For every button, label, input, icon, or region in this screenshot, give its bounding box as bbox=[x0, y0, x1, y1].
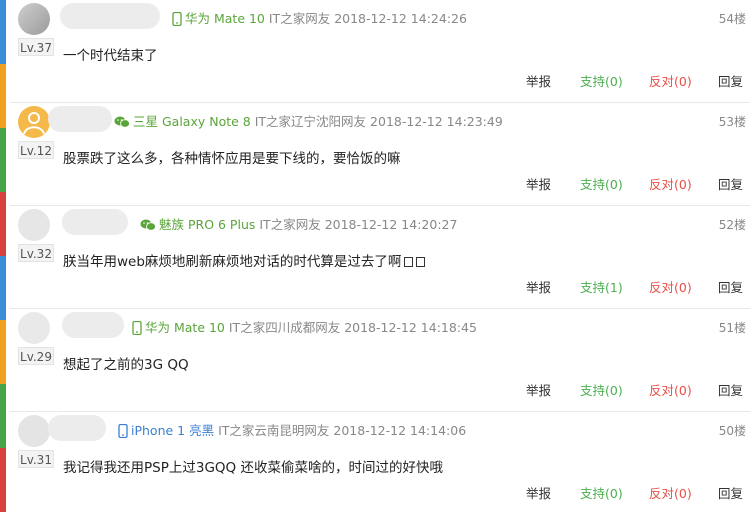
device-info: 华为 Mate 10 bbox=[132, 320, 225, 336]
comment-text: 一个时代结束了 bbox=[63, 48, 158, 64]
username-blurred[interactable] bbox=[62, 312, 124, 338]
support-button[interactable]: 支持(0) bbox=[580, 380, 623, 399]
comment-text: 我记得我还用PSP上过3GQQ 还收菜偷菜啥的，时间过的好快哦 bbox=[63, 460, 443, 476]
username-blurred[interactable] bbox=[48, 106, 112, 132]
comment-time: 2018-12-12 14:14:06 bbox=[333, 423, 467, 438]
floor-number: 53楼 bbox=[718, 115, 746, 129]
floor-number: 54楼 bbox=[718, 12, 746, 26]
iphone-icon bbox=[118, 423, 128, 444]
avatar[interactable] bbox=[18, 415, 50, 447]
comment-actions: 举报 支持(1) 反对(0) 回复 bbox=[526, 277, 746, 296]
level-badge: Lv.12 bbox=[18, 141, 54, 159]
floor-number: 52楼 bbox=[718, 218, 746, 232]
support-button[interactable]: 支持(0) bbox=[580, 483, 623, 502]
user-source: IT之家网友 bbox=[259, 217, 321, 232]
comment-meta: 华为 Mate 10 IT之家网友 2018-12-12 14:24:26 bbox=[172, 9, 467, 29]
comment-item: Lv.29 华为 Mate 10 IT之家四川成都网友 2018-12-12 1… bbox=[10, 309, 750, 412]
comment-meta: 华为 Mate 10 IT之家四川成都网友 2018-12-12 14:18:4… bbox=[132, 318, 477, 338]
comment-meta: iPhone 1 亮黑 IT之家云南昆明网友 2018-12-12 14:14:… bbox=[118, 421, 466, 441]
support-button[interactable]: 支持(0) bbox=[580, 174, 623, 193]
reply-button[interactable]: 回复 bbox=[718, 277, 743, 296]
device-info: 三星 Galaxy Note 8 bbox=[114, 114, 251, 129]
level-badge: Lv.37 bbox=[18, 38, 54, 56]
floor-number: 51楼 bbox=[718, 321, 746, 335]
comment-actions: 举报 支持(0) 反对(0) 回复 bbox=[526, 380, 746, 399]
reply-button[interactable]: 回复 bbox=[718, 71, 743, 90]
reply-button[interactable]: 回复 bbox=[718, 174, 743, 193]
username-blurred[interactable] bbox=[62, 209, 128, 235]
username-blurred[interactable] bbox=[60, 3, 160, 29]
wechat-icon bbox=[114, 115, 130, 135]
phone-icon bbox=[132, 320, 142, 341]
comment-text: 股票跌了这么多，各种情怀应用是要下线的，要恰饭的嘛 bbox=[63, 151, 401, 167]
comment-time: 2018-12-12 14:20:27 bbox=[324, 217, 458, 232]
comment-item: Lv.31 iPhone 1 亮黑 IT之家云南昆明网友 2018-12-12 … bbox=[10, 412, 750, 512]
oppose-button[interactable]: 反对(0) bbox=[649, 380, 692, 399]
device-info: 华为 Mate 10 bbox=[172, 11, 265, 27]
oppose-button[interactable]: 反对(0) bbox=[649, 71, 692, 90]
comment-meta: 魅族 PRO 6 Plus IT之家网友 2018-12-12 14:20:27 bbox=[140, 215, 457, 235]
comment-actions: 举报 支持(0) 反对(0) 回复 bbox=[526, 483, 746, 502]
report-button[interactable]: 举报 bbox=[526, 71, 551, 90]
level-badge: Lv.31 bbox=[18, 450, 54, 468]
reply-button[interactable]: 回复 bbox=[718, 380, 743, 399]
comment-meta: 三星 Galaxy Note 8 IT之家辽宁沈阳网友 2018-12-12 1… bbox=[114, 112, 503, 132]
report-button[interactable]: 举报 bbox=[526, 174, 551, 193]
missing-glyph-icon bbox=[416, 257, 426, 267]
comment-actions: 举报 支持(0) 反对(0) 回复 bbox=[526, 174, 746, 193]
phone-icon bbox=[172, 11, 182, 32]
avatar[interactable] bbox=[18, 106, 50, 138]
support-button[interactable]: 支持(0) bbox=[580, 71, 623, 90]
user-source: IT之家云南昆明网友 bbox=[218, 423, 330, 438]
report-button[interactable]: 举报 bbox=[526, 380, 551, 399]
comment-item: Lv.12 三星 Galaxy Note 8 IT之家辽宁沈阳网友 2018-1… bbox=[10, 103, 750, 206]
username-blurred[interactable] bbox=[48, 415, 106, 441]
user-source: IT之家四川成都网友 bbox=[228, 320, 341, 335]
user-source: IT之家辽宁沈阳网友 bbox=[254, 114, 367, 129]
oppose-button[interactable]: 反对(0) bbox=[649, 277, 692, 296]
wechat-icon bbox=[140, 218, 156, 238]
comment-item: Lv.37 华为 Mate 10 IT之家网友 2018-12-12 14:24… bbox=[10, 0, 750, 103]
report-button[interactable]: 举报 bbox=[526, 277, 551, 296]
comment-text: 想起了之前的3G QQ bbox=[63, 357, 189, 373]
missing-glyph-icon bbox=[404, 257, 414, 267]
comment-text: 朕当年用web麻烦地刷新麻烦地对话的时代算是过去了啊 bbox=[63, 250, 426, 270]
floor-number: 50楼 bbox=[718, 424, 746, 438]
level-badge: Lv.29 bbox=[18, 347, 54, 365]
default-avatar-icon bbox=[23, 112, 45, 135]
avatar[interactable] bbox=[18, 3, 50, 35]
support-button[interactable]: 支持(1) bbox=[580, 277, 623, 296]
left-edge-strip bbox=[0, 0, 6, 512]
device-info: 魅族 PRO 6 Plus bbox=[140, 217, 255, 232]
comment-actions: 举报 支持(0) 反对(0) 回复 bbox=[526, 71, 746, 90]
avatar[interactable] bbox=[18, 312, 50, 344]
level-badge: Lv.32 bbox=[18, 244, 54, 262]
comment-time: 2018-12-12 14:18:45 bbox=[344, 320, 477, 335]
oppose-button[interactable]: 反对(0) bbox=[649, 174, 692, 193]
avatar[interactable] bbox=[18, 209, 50, 241]
oppose-button[interactable]: 反对(0) bbox=[649, 483, 692, 502]
comment-time: 2018-12-12 14:24:26 bbox=[334, 11, 467, 26]
report-button[interactable]: 举报 bbox=[526, 483, 551, 502]
user-source: IT之家网友 bbox=[268, 11, 331, 26]
reply-button[interactable]: 回复 bbox=[718, 483, 743, 502]
comment-item: Lv.32 魅族 PRO 6 Plus IT之家网友 2018-12-12 14… bbox=[10, 206, 750, 309]
comment-time: 2018-12-12 14:23:49 bbox=[370, 114, 503, 129]
device-info: iPhone 1 亮黑 bbox=[118, 423, 214, 439]
